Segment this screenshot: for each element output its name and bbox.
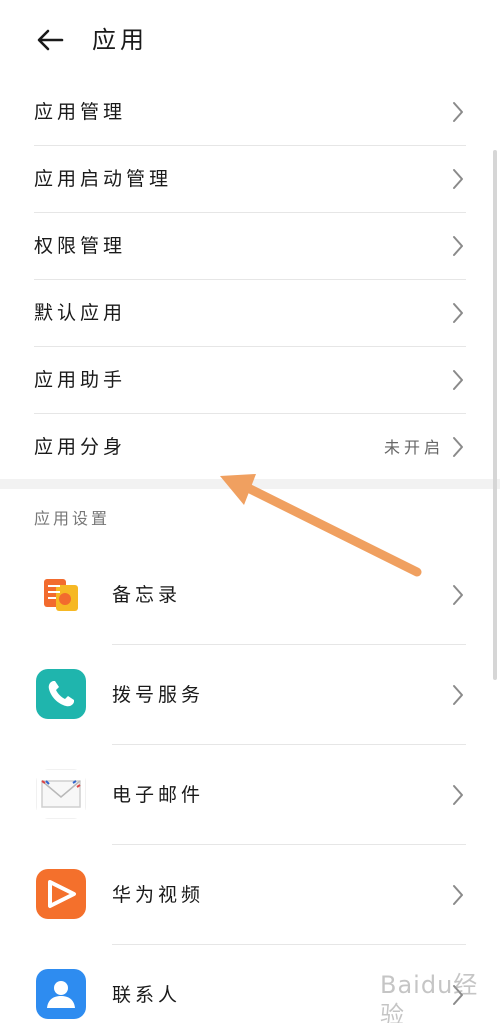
app-label: 华为视频	[112, 884, 205, 906]
video-icon	[36, 869, 86, 919]
app-settings-list: 备忘录 拨号服务 电子邮件 华为视频 联系人	[34, 545, 466, 1023]
chevron-right-icon	[453, 169, 463, 189]
watermark-logo: Baidu经验	[380, 971, 479, 1023]
chevron-right-icon	[453, 885, 463, 905]
chevron-right-icon	[453, 785, 463, 805]
app-item-email[interactable]: 电子邮件	[34, 745, 466, 845]
app-item-notes[interactable]: 备忘录	[34, 545, 466, 645]
app-label: 拨号服务	[112, 684, 205, 706]
app-item-huawei-video[interactable]: 华为视频	[34, 845, 466, 945]
notes-icon	[36, 569, 86, 619]
menu-item-app-launch[interactable]: 应用启动管理	[34, 146, 466, 213]
menu-item-default-apps[interactable]: 默认应用	[34, 280, 466, 347]
chevron-right-icon	[453, 236, 463, 256]
top-bar: 应用	[0, 0, 500, 80]
chevron-right-icon	[453, 102, 463, 122]
app-item-dialer[interactable]: 拨号服务	[34, 645, 466, 745]
section-divider	[0, 479, 500, 489]
menu-item-app-assistant[interactable]: 应用助手	[34, 347, 466, 414]
mail-icon	[36, 769, 86, 819]
status-value: 未开启	[383, 438, 444, 457]
section-title: 应用设置	[34, 509, 111, 528]
scrollbar[interactable]	[493, 150, 497, 680]
contacts-icon	[36, 969, 86, 1019]
menu-item-label: 权限管理	[34, 235, 127, 257]
chevron-right-icon	[453, 437, 463, 457]
phone-icon	[36, 669, 86, 719]
menu-item-label: 应用启动管理	[34, 168, 173, 190]
menu-item-app-management[interactable]: 应用管理	[34, 79, 466, 146]
app-label: 联系人	[112, 984, 182, 1006]
chevron-right-icon	[453, 685, 463, 705]
menu-item-label: 应用分身	[34, 436, 127, 458]
back-arrow-icon[interactable]	[34, 24, 66, 56]
menu-item-label: 默认应用	[34, 302, 127, 324]
chevron-right-icon	[453, 585, 463, 605]
settings-menu: 应用管理 应用启动管理 权限管理 默认应用 应用助手 应用分身 未开启	[34, 79, 466, 481]
menu-item-app-twin[interactable]: 应用分身 未开启	[34, 414, 466, 481]
chevron-right-icon	[453, 303, 463, 323]
app-label: 备忘录	[112, 584, 182, 606]
menu-item-permissions[interactable]: 权限管理	[34, 213, 466, 280]
menu-item-label: 应用管理	[34, 101, 127, 123]
menu-item-label: 应用助手	[34, 369, 127, 391]
page-title: 应用	[92, 26, 148, 54]
app-label: 电子邮件	[112, 784, 205, 806]
chevron-right-icon	[453, 370, 463, 390]
